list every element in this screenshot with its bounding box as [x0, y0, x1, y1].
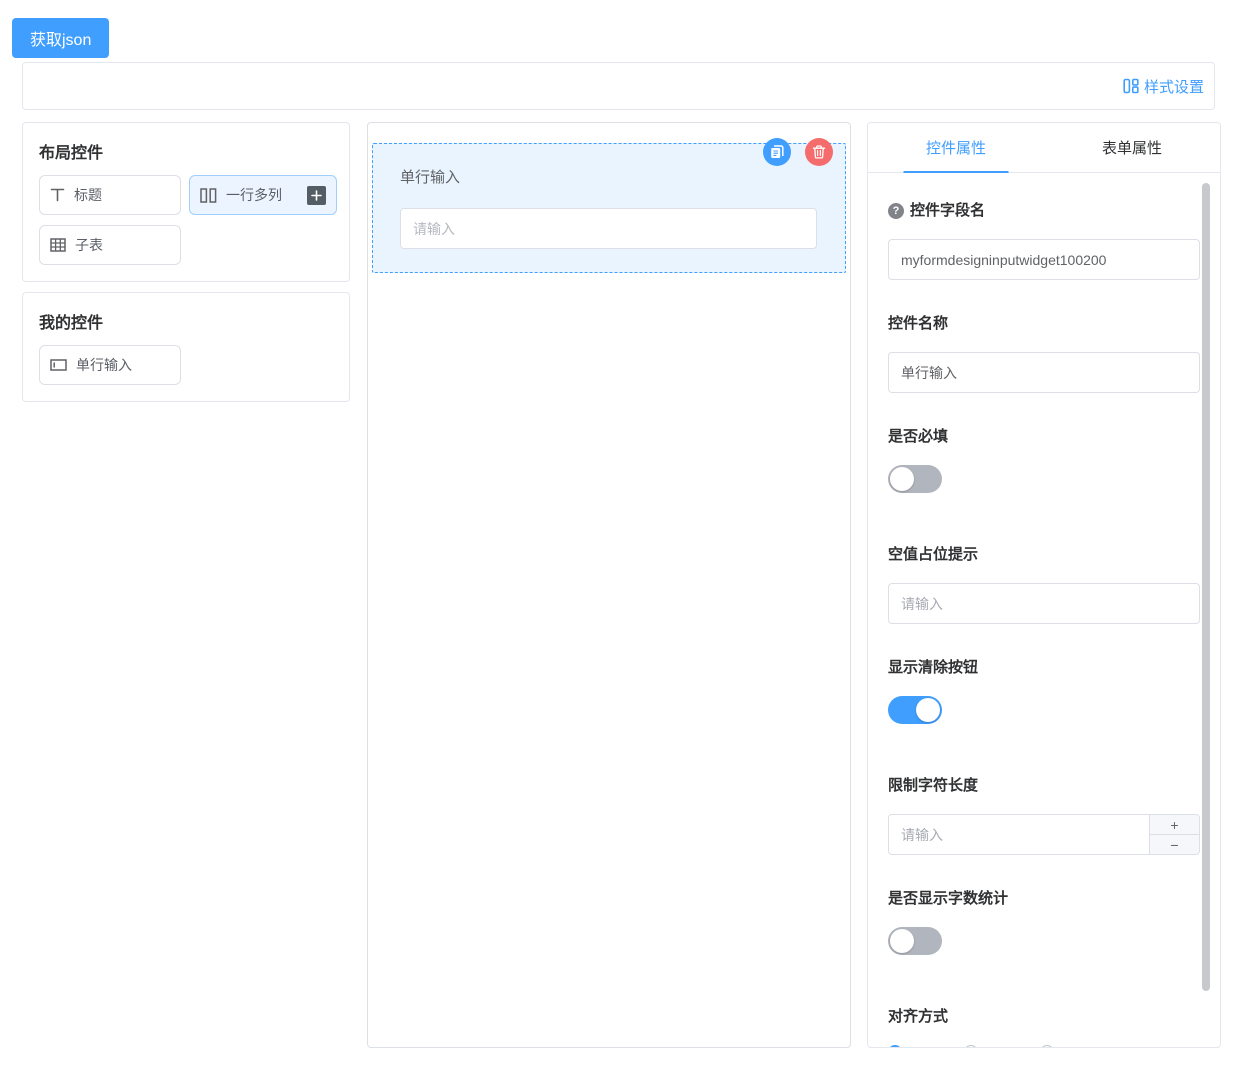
field-name-label: 控件字段名 [910, 201, 985, 221]
properties-panel: 控件属性 表单属性 ? 控件字段名 控件名称 [867, 122, 1221, 1048]
alignment-radio-group [888, 1045, 1200, 1048]
field-group-placeholder: 空值占位提示 [888, 545, 1200, 624]
lib-item-label: 单行输入 [76, 355, 132, 375]
columns-icon [200, 188, 217, 203]
widget-name-label: 控件名称 [888, 314, 1200, 334]
placeholder-label: 空值占位提示 [888, 545, 1200, 565]
lib-item-title[interactable]: 标题 [39, 175, 181, 215]
tab-form-properties[interactable]: 表单属性 [1044, 123, 1220, 172]
lib-item-label: 一行多列 [226, 185, 298, 205]
clearable-label: 显示清除按钮 [888, 658, 1200, 678]
properties-tabs: 控件属性 表单属性 [868, 123, 1220, 173]
copy-widget-button[interactable] [763, 138, 791, 166]
field-group-alignment: 对齐方式 [888, 1007, 1200, 1048]
required-switch[interactable] [888, 465, 942, 493]
word-count-label: 是否显示字数统计 [888, 889, 1200, 909]
title-icon [50, 188, 65, 202]
input-box-icon [50, 359, 67, 371]
word-count-switch[interactable] [888, 927, 942, 955]
tab-widget-properties[interactable]: 控件属性 [868, 123, 1044, 172]
lib-item-single-line-input[interactable]: 单行输入 [39, 345, 181, 385]
field-group-word-count: 是否显示字数统计 [888, 889, 1200, 955]
widget-name-input[interactable] [888, 352, 1200, 393]
field-name-input[interactable] [888, 239, 1200, 280]
add-column-button[interactable] [307, 186, 326, 205]
my-widgets-title: 我的控件 [39, 309, 333, 333]
panel-scrollbar[interactable] [1202, 183, 1210, 991]
subtable-icon [50, 238, 66, 252]
style-settings-icon [1123, 78, 1139, 94]
alignment-radio[interactable] [964, 1045, 978, 1048]
field-group-field-name: ? 控件字段名 [888, 201, 1200, 280]
field-group-widget-name: 控件名称 [888, 314, 1200, 393]
layout-widgets-card: 布局控件 标题 [22, 122, 350, 282]
selected-widget-single-line-input[interactable]: 单行输入 [372, 143, 846, 273]
max-length-number-input: + − [888, 814, 1200, 855]
clearable-switch[interactable] [888, 696, 942, 724]
lib-item-label: 子表 [75, 235, 103, 255]
increase-button[interactable]: + [1150, 815, 1199, 835]
lib-item-label: 标题 [74, 185, 102, 205]
my-widgets-card: 我的控件 单行输入 [22, 292, 350, 402]
placeholder-input[interactable] [888, 583, 1200, 624]
lib-item-multicolumn[interactable]: 一行多列 [189, 175, 337, 215]
widget-preview-input[interactable] [400, 208, 817, 249]
alignment-label: 对齐方式 [888, 1007, 1200, 1027]
max-length-input[interactable] [889, 815, 1149, 854]
layout-widgets-title: 布局控件 [39, 139, 333, 163]
alignment-radio[interactable] [1040, 1045, 1054, 1048]
designer-main: 布局控件 标题 [22, 122, 1237, 1048]
canvas-toolbar: 样式设置 [22, 62, 1215, 110]
style-settings-button[interactable]: 样式设置 [1123, 76, 1204, 97]
lib-item-subtable[interactable]: 子表 [39, 225, 181, 265]
widget-library: 布局控件 标题 [22, 122, 350, 402]
style-settings-label: 样式设置 [1144, 76, 1204, 97]
widget-label: 单行输入 [400, 166, 817, 187]
help-icon[interactable]: ? [888, 203, 904, 219]
delete-widget-button[interactable] [805, 138, 833, 166]
max-length-label: 限制字符长度 [888, 776, 1200, 796]
alignment-radio-selected[interactable] [888, 1045, 902, 1048]
field-group-max-length: 限制字符长度 + − [888, 776, 1200, 855]
properties-form: ? 控件字段名 控件名称 是否必填 [868, 173, 1220, 1048]
form-canvas[interactable]: 单行输入 [367, 122, 851, 1048]
field-group-required: 是否必填 [888, 427, 1200, 493]
required-label: 是否必填 [888, 427, 1200, 447]
get-json-button[interactable]: 获取json [12, 18, 109, 58]
field-group-clearable: 显示清除按钮 [888, 658, 1200, 724]
decrease-button[interactable]: − [1150, 835, 1199, 854]
